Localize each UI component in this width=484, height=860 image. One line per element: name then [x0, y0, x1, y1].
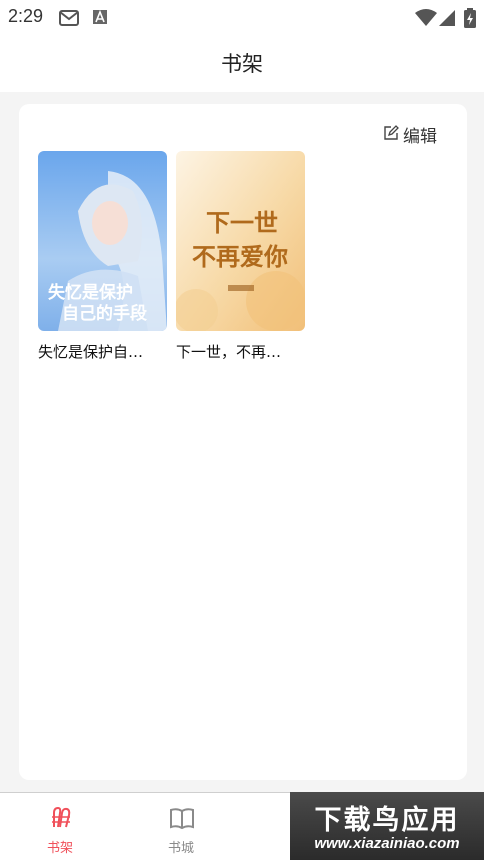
- page-title: 书架: [221, 52, 263, 76]
- book-open-icon: [169, 805, 195, 835]
- edit-icon: [383, 124, 399, 145]
- gmail-icon: [58, 8, 80, 32]
- nav-item-bookstore[interactable]: 书城: [121, 793, 241, 860]
- book-item[interactable]: 下一世 不再爱你 下一世，不再…: [176, 151, 305, 362]
- edit-button[interactable]: 编辑: [383, 122, 437, 147]
- status-bar: 2:29: [0, 0, 484, 34]
- battery-icon: [464, 8, 476, 34]
- cover-title-line2: 自己的手段: [62, 303, 147, 324]
- edit-label: 编辑: [403, 127, 437, 147]
- wifi-icon: [414, 8, 438, 32]
- book-cover: 下一世 不再爱你: [176, 151, 305, 331]
- cover-title-line1: 失忆是保护: [48, 282, 133, 303]
- watermark-url: www.xiazainiao.com: [314, 835, 460, 852]
- book-title: 下一世，不再…: [176, 343, 282, 361]
- status-time: 2:29: [8, 6, 44, 26]
- watermark-title: 下载鸟应用: [314, 805, 460, 836]
- cover-title-line1: 下一世: [206, 208, 278, 237]
- bookshelf-card: 编辑 失忆是保护 自己的手段 失忆是保护自… 下一世 不再爱你 下一世，不再…: [19, 104, 467, 780]
- book-item[interactable]: 失忆是保护 自己的手段 失忆是保护自…: [38, 151, 167, 362]
- nav-label: 书架: [46, 841, 73, 856]
- book-title: 失忆是保护自…: [38, 343, 144, 361]
- bookshelf-icon: [48, 805, 74, 835]
- cover-title-line2: 不再爱你: [192, 242, 288, 271]
- nav-label: 书城: [167, 841, 194, 856]
- nav-item-bookshelf[interactable]: 书架: [0, 793, 120, 860]
- a-notification-icon: [92, 8, 108, 30]
- app-header: 书架: [0, 34, 484, 92]
- signal-icon: [438, 8, 456, 32]
- book-cover: 失忆是保护 自己的手段: [38, 151, 167, 331]
- watermark-logo: 下载鸟应用 www.xiazainiao.com: [290, 792, 484, 860]
